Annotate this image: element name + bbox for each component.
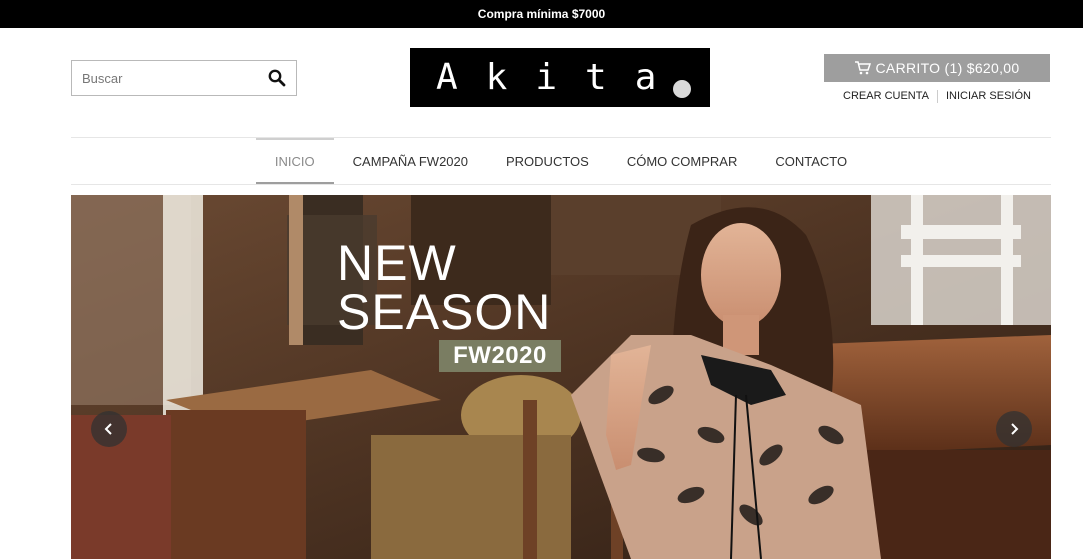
nav-item-inicio[interactable]: INICIO: [255, 138, 334, 184]
search-input[interactable]: [72, 61, 262, 95]
campaign-tag: FW2020: [439, 340, 561, 372]
announcement-text: Compra mínima $7000: [477, 7, 606, 21]
announcement-bar: Compra mínima $7000: [0, 0, 1083, 28]
hero-slider[interactable]: NEW SEASON FW2020: [71, 195, 1051, 559]
store-logo[interactable]: Akita: [410, 48, 710, 107]
logo-dot: [673, 80, 691, 98]
slider-prev-button[interactable]: [91, 411, 127, 447]
register-link[interactable]: CREAR CUENTA: [835, 90, 937, 103]
hero-headline: NEW SEASON: [337, 235, 552, 340]
main-nav: INICIO CAMPAÑA FW2020 PRODUCTOS CÓMO COM…: [71, 137, 1051, 185]
headline-line-2: SEASON: [337, 284, 552, 340]
login-link[interactable]: INICIAR SESIÓN: [938, 90, 1039, 103]
search-box[interactable]: [71, 60, 297, 96]
slider-next-button[interactable]: [996, 411, 1032, 447]
cart-icon: [854, 61, 871, 75]
logo-text: Akita: [436, 57, 685, 98]
cart-label: CARRITO (1) $620,00: [875, 60, 1020, 76]
search-icon[interactable]: [268, 69, 286, 87]
hero-image: [71, 195, 1051, 559]
headline-line-1: NEW: [337, 235, 457, 291]
nav-item-productos[interactable]: PRODUCTOS: [487, 138, 608, 184]
cart-button[interactable]: CARRITO (1) $620,00: [824, 54, 1050, 82]
chevron-left-icon: [104, 423, 112, 435]
account-links: CREAR CUENTA INICIAR SESIÓN: [824, 90, 1050, 103]
chevron-right-icon: [1011, 423, 1019, 435]
nav-item-contacto[interactable]: CONTACTO: [756, 138, 866, 184]
nav-item-campana[interactable]: CAMPAÑA FW2020: [334, 138, 487, 184]
nav-item-como-comprar[interactable]: CÓMO COMPRAR: [608, 138, 757, 184]
